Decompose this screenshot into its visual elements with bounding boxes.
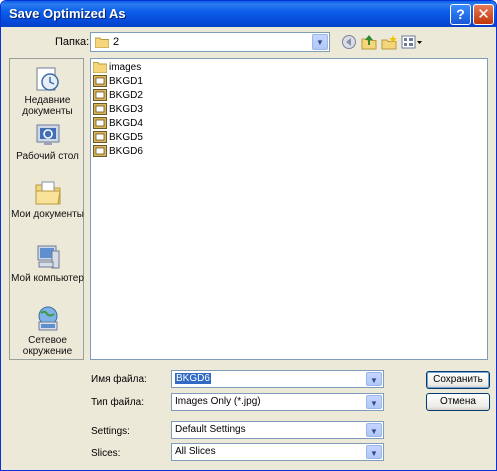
settings-dropdown[interactable]: Default Settings ▼ (171, 421, 384, 439)
my-computer-icon (37, 245, 59, 269)
image-file-icon (93, 131, 107, 143)
places-bar: Недавние документы Рабочий стол Мои доку… (9, 58, 84, 360)
image-file-icon (93, 103, 107, 115)
file-type-dropdown[interactable]: Images Only (*.jpg) ▼ (171, 393, 384, 411)
look-in-value: 2 (113, 36, 120, 48)
title-bar[interactable]: Save Optimized As ? ✕ (1, 1, 496, 27)
file-name: BKGD1 (109, 76, 143, 87)
cancel-button[interactable]: Отмена (426, 393, 490, 411)
chevron-down-icon[interactable]: ▼ (366, 445, 382, 459)
file-name: images (109, 62, 142, 73)
chevron-down-icon[interactable]: ▼ (366, 423, 382, 437)
place-network[interactable]: Сетевое окружение (10, 305, 85, 357)
save-optimized-as-dialog: Save Optimized As ? ✕ Папка: 2 ▼ Недавни… (0, 0, 497, 471)
place-desktop[interactable]: Рабочий стол (10, 123, 85, 162)
look-in-dropdown[interactable]: 2 ▼ (90, 32, 330, 52)
back-icon[interactable] (341, 34, 357, 50)
place-recent-documents[interactable]: Недавние документы (10, 65, 85, 117)
close-button[interactable]: ✕ (473, 4, 494, 25)
file-name: BKGD2 (109, 90, 143, 101)
chevron-down-icon[interactable]: ▼ (366, 372, 382, 386)
settings-value: Default Settings (175, 424, 246, 435)
help-button[interactable]: ? (450, 4, 471, 25)
place-my-computer[interactable]: Мой компьютер (10, 243, 85, 284)
folder-icon (95, 37, 109, 48)
new-folder-icon[interactable] (381, 34, 397, 50)
file-list[interactable]: images BKGD1 BKGD2 BKGD3 BKGD4 BKGD5 BKG… (90, 58, 488, 360)
place-label: Рабочий стол (16, 151, 79, 162)
place-label: Мой компьютер (11, 273, 84, 284)
settings-label: Settings: (91, 426, 130, 437)
up-folder-icon[interactable] (361, 34, 377, 50)
folder-icon (93, 62, 107, 73)
save-button[interactable]: Сохранить (426, 371, 490, 389)
file-type-label: Тип файла: (91, 397, 144, 408)
file-type-value: Images Only (*.jpg) (175, 396, 261, 407)
slices-dropdown[interactable]: All Slices ▼ (171, 443, 384, 461)
file-name-value: BKGD6 (175, 373, 211, 384)
view-menu-icon[interactable] (401, 34, 423, 50)
recent-documents-icon (36, 67, 59, 91)
chevron-down-icon[interactable]: ▼ (312, 34, 328, 50)
chevron-down-icon[interactable]: ▼ (366, 395, 382, 409)
slices-value: All Slices (175, 446, 216, 457)
file-name: BKGD6 (109, 146, 143, 157)
desktop-icon (36, 124, 59, 145)
my-documents-icon (35, 181, 61, 205)
place-label: Мои документы (11, 209, 84, 220)
window-title: Save Optimized As (9, 6, 126, 21)
image-file-icon (93, 117, 107, 129)
file-name: BKGD5 (109, 132, 143, 143)
place-my-documents[interactable]: Мои документы (10, 179, 85, 220)
slices-label: Slices: (91, 448, 121, 459)
file-name: BKGD3 (109, 104, 143, 115)
file-name: BKGD4 (109, 118, 143, 129)
image-file-icon (93, 145, 107, 157)
place-label: Недавние документы (22, 95, 73, 117)
file-name-input[interactable]: BKGD6 ▼ (171, 370, 384, 388)
look-in-label: Папка: (55, 36, 90, 48)
file-name-label: Имя файла: (91, 374, 147, 385)
network-places-icon (38, 306, 57, 331)
image-file-icon (93, 75, 107, 87)
image-file-icon (93, 89, 107, 101)
place-label: Сетевое окружение (22, 335, 73, 357)
